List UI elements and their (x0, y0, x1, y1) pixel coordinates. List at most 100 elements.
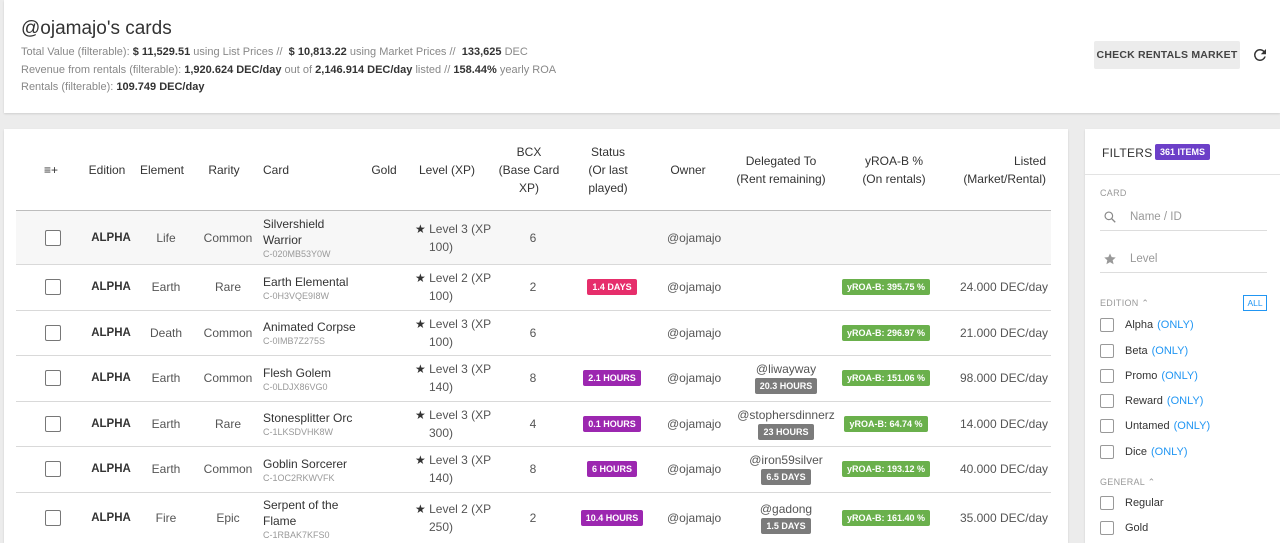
general-option[interactable]: Regular (1100, 495, 1164, 511)
delegated-cell: @liwayway 20.3 HOURS (732, 355, 840, 401)
edition-option-label: Reward (1125, 395, 1163, 407)
owner-cell[interactable]: @ojamajo (667, 310, 737, 355)
column-header-yroa[interactable]: yROA-B % (On rentals) (854, 129, 934, 211)
edition-option[interactable]: Dice (ONLY) (1100, 444, 1187, 460)
yroa-badge: yROA-B: 151.06 % (841, 370, 931, 386)
edition-cell: ALPHA (91, 463, 131, 475)
status-badge: 2.1 HOURS (583, 370, 641, 386)
delegate-user[interactable]: @gadong (760, 502, 812, 516)
owner-cell[interactable]: @ojamajo (667, 355, 737, 401)
edition-filter-label[interactable]: EDITION ⌃ (1100, 298, 1149, 309)
refresh-icon[interactable] (1251, 46, 1269, 64)
column-header-listed[interactable]: Listed (Market/Rental) (954, 129, 1046, 211)
edition-only-link[interactable]: (ONLY) (1157, 319, 1193, 331)
edition-option[interactable]: Promo (ONLY) (1100, 368, 1198, 384)
filters-title: FILTERS (1102, 146, 1153, 160)
owner-cell[interactable]: @ojamajo (667, 264, 737, 310)
row-checkbox[interactable] (45, 370, 61, 386)
delegate-user[interactable]: @liwayway (756, 362, 816, 376)
rent-remaining-badge: 6.5 DAYS (761, 469, 811, 485)
edition-checkbox[interactable] (1100, 369, 1114, 383)
edition-only-link[interactable]: (ONLY) (1151, 446, 1187, 458)
status-header-line3: played) (588, 181, 628, 195)
column-header-gold[interactable]: Gold (366, 129, 402, 211)
star-icon: ★ (415, 407, 426, 422)
column-header-rarity[interactable]: Rarity (200, 129, 248, 211)
edition-option[interactable]: Reward (ONLY) (1100, 393, 1203, 409)
row-checkbox[interactable] (45, 461, 61, 477)
row-checkbox[interactable] (45, 229, 61, 246)
element-cell: Earth (151, 462, 181, 476)
level-text: Level 3 (XP (429, 453, 492, 467)
edition-checkbox[interactable] (1100, 394, 1114, 408)
row-select-cell (42, 446, 64, 492)
delegate-user[interactable]: @stophersdinnerz (737, 408, 835, 422)
card-cell[interactable]: Flesh Golem C-0LDJX86VG0 (263, 355, 373, 401)
element-cell: Fire (155, 511, 177, 525)
general-option[interactable]: Gold (1100, 520, 1148, 536)
total-dec-value: 133,625 (461, 46, 502, 58)
filters-panel: FILTERS 361 ITEMS CARD Name / ID Level E… (1085, 129, 1280, 543)
edition-only-link[interactable]: (ONLY) (1152, 345, 1188, 357)
bcx-cell: 6 (529, 230, 537, 245)
delegate-user[interactable]: @iron59silver (749, 453, 823, 467)
owner-cell[interactable]: @ojamajo (667, 446, 737, 492)
column-header-level[interactable]: Level (XP) (414, 129, 480, 211)
table-row[interactable]: ALPHA Fire Epic Serpent of the Flame C-1RBAK7… (16, 492, 1051, 543)
edition-checkbox[interactable] (1100, 318, 1114, 332)
general-filter-label[interactable]: GENERAL ⌃ (1100, 477, 1155, 488)
row-checkbox[interactable] (45, 510, 61, 526)
table-row[interactable]: ALPHA Death Common Animated Corpse C-0IMB7Z2… (16, 310, 1051, 355)
edition-option[interactable]: Untamed (ONLY) (1100, 418, 1210, 434)
level-cell: ★ Level 3 (XP 140) (415, 355, 499, 401)
column-header-edition[interactable]: Edition (84, 129, 130, 211)
card-cell[interactable]: Serpent of the Flame C-1RBAK7KFS0 (263, 492, 373, 543)
check-rentals-market-button[interactable]: CHECK RENTALS MARKET (1094, 41, 1240, 69)
all-editions-button[interactable]: ALL (1243, 295, 1267, 311)
card-cell[interactable]: Animated Corpse C-0IMB7Z275S (263, 310, 373, 355)
card-cell[interactable]: Goblin Sorcerer C-1OC2RKWVFK (263, 446, 373, 492)
owner-cell[interactable]: @ojamajo (667, 211, 737, 264)
edition-cell: ALPHA (91, 512, 131, 524)
owner-cell[interactable]: @ojamajo (667, 492, 737, 543)
row-checkbox[interactable] (45, 279, 61, 295)
status-cell: 1.4 DAYS (576, 264, 648, 310)
column-header-card[interactable]: Card (263, 129, 303, 211)
owner-cell[interactable]: @ojamajo (667, 401, 737, 446)
column-header-owner[interactable]: Owner (664, 129, 712, 211)
row-checkbox[interactable] (45, 415, 61, 432)
status-cell: 10.4 HOURS (576, 492, 648, 543)
column-header-element[interactable]: Element (136, 129, 188, 211)
card-cell[interactable]: Earth Elemental C-0H3VQE9I8W (263, 264, 373, 310)
table-row[interactable]: ALPHA Earth Common Goblin Sorcerer C-1OC2RKW… (16, 446, 1051, 492)
edition-only-link[interactable]: (ONLY) (1167, 395, 1203, 407)
general-checkbox[interactable] (1100, 521, 1114, 535)
column-header-bcx[interactable]: BCX (Base Card XP) (494, 129, 564, 211)
level-filter-input[interactable]: Level (1100, 247, 1267, 273)
edition-only-link[interactable]: (ONLY) (1161, 370, 1197, 382)
card-search-input[interactable]: Name / ID (1100, 205, 1267, 231)
card-cell[interactable]: Silvershield Warrior C-020MB53Y0W (263, 211, 373, 264)
table-row[interactable]: ALPHA Earth Rare Earth Elemental C-0H3VQE9I8… (16, 264, 1051, 310)
edition-option[interactable]: Alpha (ONLY) (1100, 317, 1194, 333)
level-line1: ★ Level 3 (XP (415, 315, 491, 333)
row-checkbox[interactable] (45, 324, 61, 341)
table-row[interactable]: ALPHA Earth Common Flesh Golem C-0LDJX86VG0 ★… (16, 355, 1051, 401)
level-line1: ★ Level 3 (XP (415, 451, 491, 469)
column-header-status[interactable]: Status (Or last played) (576, 129, 640, 211)
general-option-label: Gold (1125, 522, 1149, 534)
level-text: Level 2 (XP (429, 271, 492, 285)
edition-only-link[interactable]: (ONLY) (1174, 420, 1210, 432)
edition-checkbox[interactable] (1100, 344, 1114, 358)
edition-label-text: EDITION (1100, 298, 1139, 308)
select-columns-icon[interactable]: ≡+ (40, 129, 62, 211)
table-row[interactable]: ALPHA Life Common Silvershield Warrior C-020M… (16, 211, 1051, 264)
edition-checkbox[interactable] (1100, 419, 1114, 433)
general-checkbox[interactable] (1100, 496, 1114, 510)
column-header-delegated[interactable]: Delegated To (Rent remaining) (732, 129, 830, 211)
table-row[interactable]: ALPHA Earth Rare Stonesplitter Orc C-1LKSDVH… (16, 401, 1051, 446)
level-line2: 250) (429, 520, 454, 534)
card-cell[interactable]: Stonesplitter Orc C-1LKSDVHK8W (263, 401, 373, 446)
edition-option[interactable]: Beta (ONLY) (1100, 343, 1188, 359)
edition-checkbox[interactable] (1100, 445, 1114, 459)
